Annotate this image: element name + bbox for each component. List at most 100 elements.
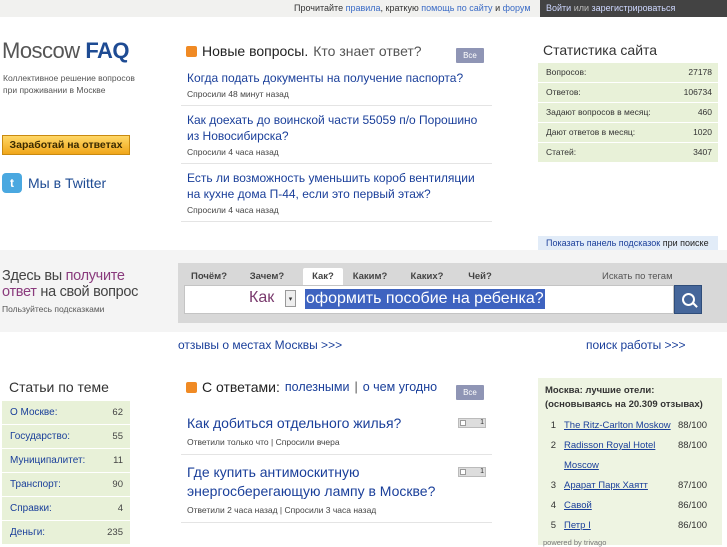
question-meta: Спросили 4 часа назад [187,205,279,215]
hotel-row: 3 Арарат Парк Хаятт 87/100 [543,476,718,496]
stat-label: Дают ответов в месяц: [546,127,636,137]
hint-panel-toggle: Показать панель подсказок при поиске [538,236,718,250]
hotel-link[interactable]: Савой [564,496,678,516]
rules-link[interactable]: правила [346,3,381,13]
notice-and: и [495,3,501,13]
hotel-link[interactable]: The Ritz-Carlton Moskow [564,416,678,436]
article-category-label[interactable]: Муниципалитет: [10,449,85,472]
articles-title: Статьи по теме [9,379,109,395]
tag-search-link[interactable]: Искать по тегам [602,268,673,285]
article-category[interactable]: О Москве: 62 [2,401,130,425]
login-link[interactable]: Войти [546,3,571,13]
filter-any-link[interactable]: о чем угодно [363,380,437,394]
hotel-link[interactable]: Петр I [564,516,678,536]
question-meta: Ответили 2 часа назад | Спросили 3 часа … [187,505,377,515]
answered-title: С ответами: [202,379,280,395]
hotel-score: 86/100 [678,500,708,511]
hotel-row: 5 Петр I 86/100 [543,516,718,536]
filter-useful-link[interactable]: полезными [285,380,350,394]
tab-kakim[interactable]: Каким? [347,268,393,285]
tab-chey[interactable]: Чей? [462,268,498,285]
notice-text: Прочитайте [294,3,344,13]
login-box: Войти или зарегистрироваться [540,0,727,17]
article-category[interactable]: Транспорт: 90 [2,473,130,497]
stat-label: Статей: [546,147,577,157]
articles-list: О Москве: 62 Государство: 55 Муниципалитет… [2,401,130,545]
band-title-highlight-2: ответ [2,284,37,300]
answered-all-button[interactable]: Все [456,385,484,400]
question-link[interactable]: Есть ли возможность уменьшить короб вент… [187,170,486,202]
hotel-row: 2 Radisson Royal Hotel Moscow 88/100 [543,436,718,476]
hotel-score: 87/100 [678,480,708,491]
job-search-link[interactable]: поиск работы >>> [586,338,686,352]
question-link[interactable]: Когда подать документы на получение пасп… [187,70,486,86]
new-questions-all-button[interactable]: Все [456,48,484,63]
article-category[interactable]: Справки: 4 [2,497,130,521]
twitter-link[interactable]: t Мы в Twitter [2,172,106,194]
search-band-title: Здесь вы получите ответ на свой вопрос [2,268,138,300]
list-item: Есть ли возможность уменьшить короб вент… [181,164,492,222]
new-questions-title: Новые вопросы. [202,43,309,59]
answered-list: Как добиться отдельного жилья? Ответили … [181,406,492,523]
site-logo[interactable]: Moscow FAQ [2,38,130,64]
earn-button[interactable]: Заработай на ответах [2,135,130,155]
tab-kak[interactable]: Как? [303,268,343,285]
stat-label: Задают вопросов в месяц: [546,107,651,117]
hint-suffix: при поиске [662,238,709,248]
list-item: Как добиться отдельного жилья? Ответили … [181,406,492,455]
tab-pochem[interactable]: Почём? [185,268,233,285]
hotel-score: 88/100 [678,440,708,451]
hotel-rank: 4 [550,500,556,511]
tab-kakih[interactable]: Каких? [404,268,450,285]
band-title-part: Здесь вы [2,268,62,284]
article-category[interactable]: Государство: 55 [2,425,130,449]
article-category-count: 62 [112,407,123,418]
question-link[interactable]: Где купить антимоскитную энергосберегающ… [187,463,457,501]
hotel-rank: 1 [550,420,556,431]
article-category-count: 235 [107,527,123,538]
stat-row: Вопросов: 27178 [538,63,718,83]
hotels-list: 1 The Ritz-Carlton Moskow 88/100 2 Radisson… [543,416,718,536]
list-item: Где купить антимоскитную энергосберегающ… [181,455,492,523]
rss-icon[interactable] [186,381,197,393]
article-category-label[interactable]: О Москве: [10,401,57,424]
hotel-score: 86/100 [678,520,708,531]
register-link[interactable]: зарегистрироваться [592,3,676,13]
stat-value: 460 [697,107,712,117]
answered-header: С ответами: полезными | о чем угодно [186,379,437,395]
article-category-count: 55 [112,431,123,442]
stats-table: Вопросов: 27178 Ответов: 106734 Задают воп… [538,63,718,163]
question-link[interactable]: Как доехать до воинской части 55059 п/о … [187,112,486,144]
stat-row: Статей: 3407 [538,143,718,163]
stat-value: 106734 [683,87,712,97]
band-title-highlight: получите [65,268,125,284]
stat-row: Ответов: 106734 [538,83,718,103]
vote-toggle[interactable]: 1 [458,418,486,428]
help-link[interactable]: помощь по сайту [421,3,492,13]
logo-part2: FAQ [85,38,130,63]
question-word-select[interactable]: ▾ [285,290,296,307]
article-category-label[interactable]: Государство: [10,425,70,448]
tab-zachem[interactable]: Зачем? [243,268,291,285]
article-category-label[interactable]: Справки: [10,497,52,520]
article-category-label[interactable]: Транспорт: [10,473,61,496]
article-category[interactable]: Деньги: 235 [2,521,130,545]
band-title-part-2: на свой вопрос [40,284,139,300]
question-meta: Спросили 48 минут назад [187,89,289,99]
article-category-label[interactable]: Деньги: [10,521,45,544]
hotel-link[interactable]: Арарат Парк Хаятт [564,476,678,496]
search-icon-handle [692,302,698,308]
search-query-text[interactable]: оформить пособие на ребенка? [305,289,545,309]
search-button[interactable] [674,285,702,314]
twitter-icon: t [2,173,22,193]
rss-icon[interactable] [186,45,197,57]
list-item: Как доехать до воинской части 55059 п/о … [181,106,492,164]
question-link[interactable]: Как добиться отдельного жилья? [187,414,457,433]
show-hint-panel-link[interactable]: Показать панель подсказок [546,238,660,248]
forum-link[interactable]: форум [503,3,531,13]
hotel-link[interactable]: Radisson Royal Hotel Moscow [564,436,678,476]
hotel-row: 4 Савой 86/100 [543,496,718,516]
reviews-link[interactable]: отзывы о местах Москвы >>> [178,338,342,352]
vote-toggle[interactable]: 1 [458,467,486,477]
article-category[interactable]: Муниципалитет: 11 [2,449,130,473]
